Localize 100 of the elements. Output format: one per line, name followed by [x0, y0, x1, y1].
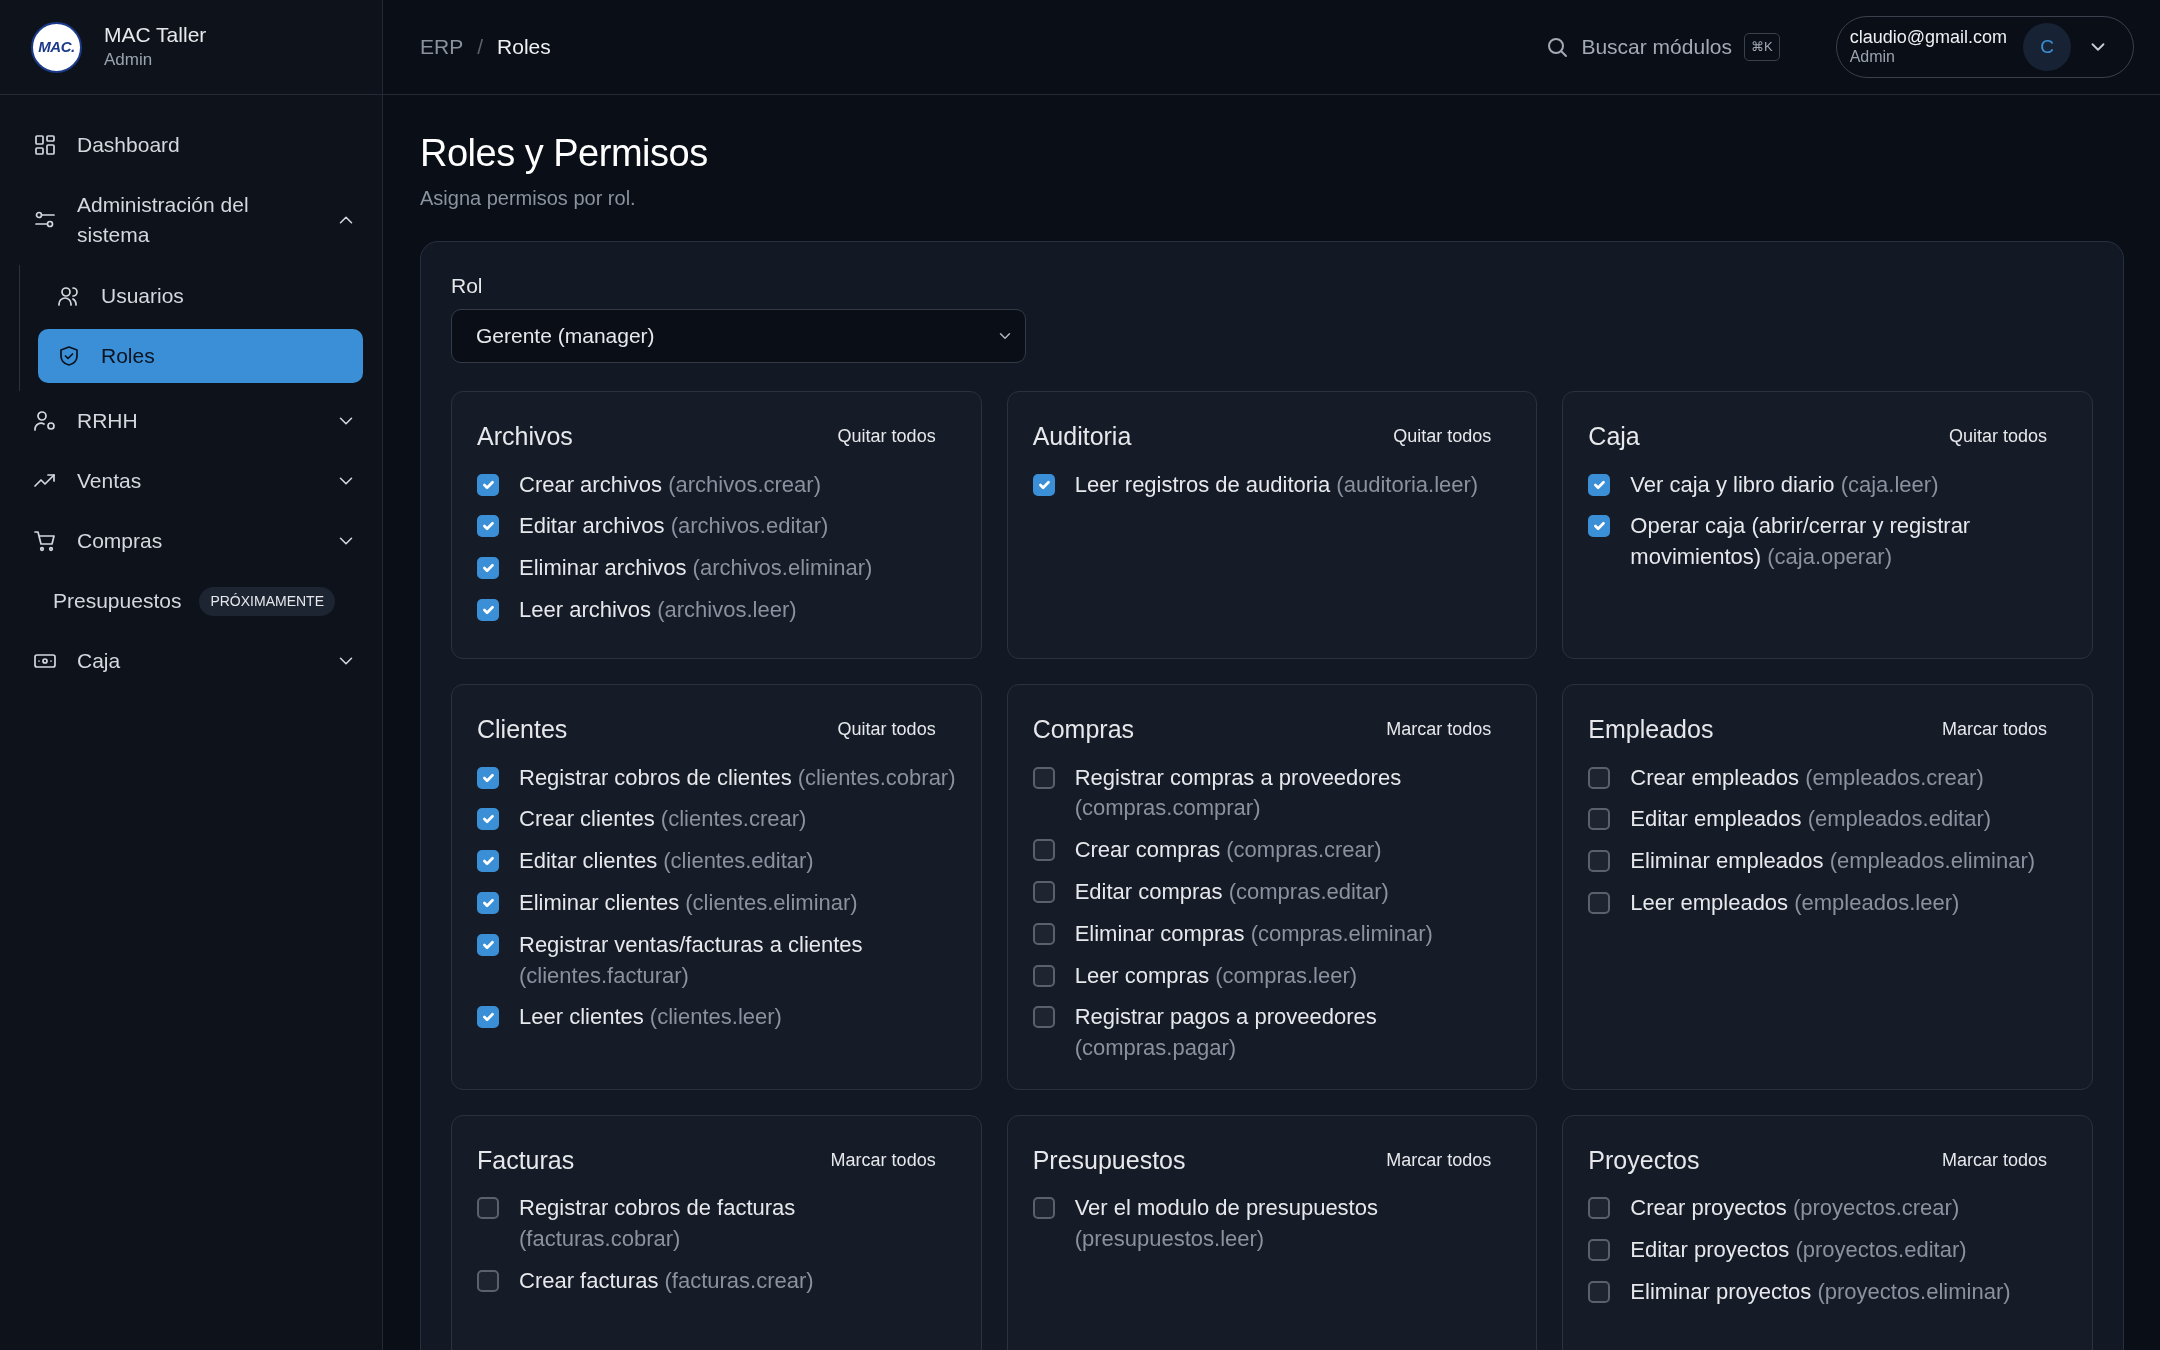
permission-checkbox[interactable]	[1588, 1197, 1611, 1220]
permission-checkbox[interactable]	[1588, 808, 1611, 831]
permission-label: Ver caja y libro diario (caja.leer)	[1630, 470, 1939, 499]
permission-label: Eliminar compras (compras.eliminar)	[1074, 919, 1433, 948]
permission-label: Registrar ventas/facturas a clientes (clientes.facturar)	[519, 930, 864, 990]
permission-label: Registrar cobros de clientes (clientes.cobrar)	[519, 763, 956, 792]
permission-label: Editar proyectos (proyectos.editar)	[1630, 1236, 1967, 1265]
module-title: Facturas	[477, 1144, 575, 1176]
permission-label: Editar compras (compras.editar)	[1074, 878, 1389, 906]
sidebar-item[interactable]: Compras	[33, 511, 363, 571]
page-title: Roles y Permisos	[420, 131, 709, 176]
module-title: Proyectos	[1588, 1144, 1700, 1176]
permission-checkbox[interactable]	[1032, 964, 1055, 987]
permission-label: Leer compras (compras.leer)	[1074, 961, 1358, 990]
permission-checkbox[interactable]	[477, 892, 499, 914]
permission-checkbox[interactable]	[1032, 881, 1055, 903]
toggle-all-button[interactable]: Quitar todos	[837, 716, 956, 744]
permission-checkbox[interactable]	[1032, 922, 1055, 945]
permission-checkbox[interactable]	[1588, 850, 1611, 873]
module-title: Auditoria	[1032, 421, 1132, 453]
grid-icon	[33, 133, 57, 157]
field-label: Rol	[451, 272, 484, 299]
breadcrumb-current: Roles	[497, 34, 551, 61]
role-select[interactable]: Gerente (manager)	[451, 309, 1026, 364]
permission-checkbox[interactable]	[1588, 892, 1611, 914]
permission-label: Registrar compras a proveedores (compras.comprar)	[1074, 763, 1403, 823]
permission-label: Operar caja (abrir/cerrar y registrar movimientos) (caja.operar)	[1630, 512, 1972, 572]
brand-role: Admin	[104, 48, 154, 71]
module-title: Clientes	[477, 714, 568, 746]
permission-label: Editar clientes (clientes.editar)	[519, 847, 814, 876]
permission-checkbox[interactable]	[477, 473, 499, 496]
permission-checkbox[interactable]	[477, 515, 499, 538]
permission-label: Editar empleados (empleados.editar)	[1630, 805, 1992, 834]
permission-checkbox[interactable]	[1588, 515, 1611, 538]
permission-label: Registrar pagos a proveedores (compras.pagar)	[1074, 1003, 1378, 1063]
toggle-all-button[interactable]: Marcar todos	[1386, 716, 1512, 744]
permission-checkbox[interactable]	[1588, 766, 1611, 789]
module-title: Compras	[1032, 714, 1135, 746]
permission-label: Editar archivos (archivos.editar)	[519, 512, 829, 541]
module-title: Presupuestos	[1032, 1144, 1186, 1176]
toggle-all-button[interactable]: Marcar todos	[1941, 1147, 2067, 1175]
permission-checkbox[interactable]	[477, 557, 499, 580]
module-title: Caja	[1588, 421, 1640, 453]
breadcrumb-link[interactable]: ERP	[420, 31, 464, 63]
brand-name: MAC Taller	[104, 21, 207, 47]
permission-checkbox[interactable]	[1588, 1281, 1611, 1304]
users-icon	[57, 284, 81, 308]
permission-checkbox[interactable]	[477, 1006, 499, 1029]
user-email: claudio@gmail.com	[1849, 27, 2007, 48]
permission-checkbox[interactable]	[1588, 473, 1611, 496]
search-button[interactable]: Buscar módulos ⌘K	[1545, 31, 1780, 63]
permission-label: Crear clientes (clientes.crear)	[519, 805, 807, 834]
permission-checkbox[interactable]	[1032, 473, 1055, 496]
permission-label: Crear facturas (facturas.crear)	[519, 1267, 814, 1296]
permission-checkbox[interactable]	[477, 1270, 499, 1293]
sidebar-subitem[interactable]: Roles	[38, 329, 363, 383]
sidebar-item[interactable]: Ventas	[33, 451, 363, 511]
permission-checkbox[interactable]	[477, 599, 499, 621]
module-title: Archivos	[477, 421, 573, 453]
sidebar-item[interactable]: RRHH	[33, 391, 363, 451]
module-title: Empleados	[1588, 714, 1714, 746]
permission-label: Crear compras (compras.crear)	[1074, 836, 1382, 865]
cart-icon	[33, 529, 57, 553]
logo: MAC.	[31, 21, 82, 73]
permission-label: Leer archivos (archivos.leer)	[519, 596, 797, 624]
permission-checkbox[interactable]	[1032, 1197, 1055, 1220]
toggle-all-button[interactable]: Marcar todos	[1386, 1147, 1512, 1175]
permission-label: Leer empleados (empleados.leer)	[1630, 889, 1960, 917]
permission-label: Ver el modulo de presupuestos (presupuestos.leer)	[1074, 1194, 1379, 1254]
breadcrumb-separator: /	[477, 34, 484, 61]
permission-label: Crear proyectos (proyectos.crear)	[1630, 1194, 1960, 1223]
status-badge: PRÓXIMAMENTE	[199, 586, 335, 616]
toggle-all-button[interactable]: Marcar todos	[830, 1147, 956, 1175]
permission-checkbox[interactable]	[477, 1197, 499, 1220]
permission-label: Eliminar archivos (archivos.eliminar)	[519, 554, 873, 583]
sidebar-item[interactable]: Presupuestos	[53, 585, 182, 617]
toggle-all-button[interactable]: Marcar todos	[1941, 716, 2067, 744]
shortcut-key: ⌘K	[1744, 33, 1780, 61]
permission-checkbox[interactable]	[1032, 766, 1055, 789]
shield-icon	[57, 344, 81, 368]
toggle-all-button[interactable]: Quitar todos	[837, 423, 956, 451]
sidebar-item[interactable]: Administración del sistema	[33, 175, 363, 265]
sidebar-subitem[interactable]: Usuarios	[38, 269, 363, 323]
permission-checkbox[interactable]	[477, 766, 499, 789]
search-icon	[1545, 35, 1570, 59]
user-role: Admin	[1849, 47, 1896, 67]
sidebar-item[interactable]: Dashboard	[33, 115, 363, 175]
permission-checkbox[interactable]	[1032, 839, 1055, 862]
permission-checkbox[interactable]	[1588, 1239, 1611, 1262]
avatar: C	[2023, 23, 2071, 71]
user-gear-icon	[33, 409, 57, 433]
permission-checkbox[interactable]	[477, 933, 499, 956]
permission-checkbox[interactable]	[477, 850, 499, 873]
permission-label: Eliminar proyectos (proyectos.eliminar)	[1630, 1278, 2011, 1307]
permission-checkbox[interactable]	[477, 808, 499, 831]
toggle-all-button[interactable]: Quitar todos	[1948, 423, 2067, 451]
permission-checkbox[interactable]	[1032, 1006, 1055, 1029]
toggle-all-button[interactable]: Quitar todos	[1393, 423, 1512, 451]
permission-label: Eliminar clientes (clientes.eliminar)	[519, 889, 858, 917]
sidebar-item[interactable]: Caja	[33, 631, 363, 691]
